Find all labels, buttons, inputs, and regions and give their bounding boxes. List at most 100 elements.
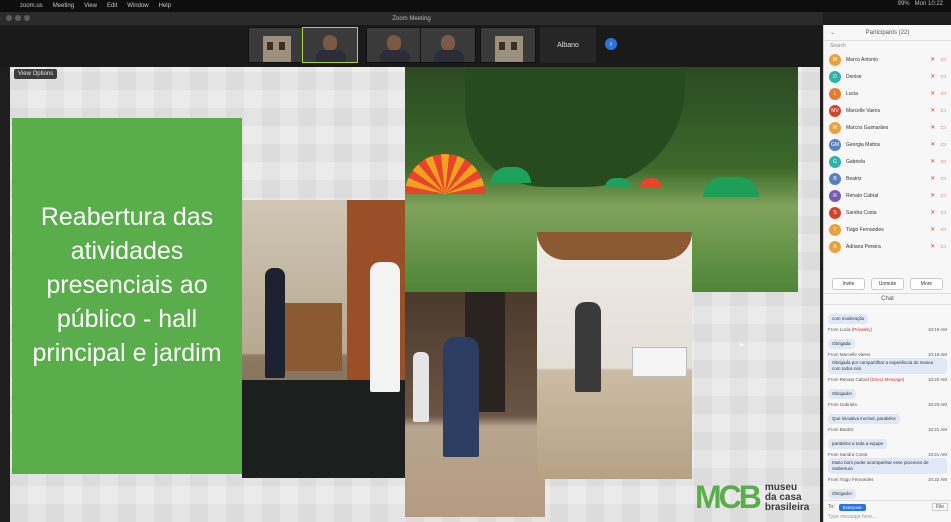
participant-row[interactable]: M Marcos Guimarães ✕ ▭ bbox=[824, 119, 951, 136]
muted-mic-icon[interactable]: ✕ bbox=[930, 90, 935, 97]
video-off-icon[interactable]: ▭ bbox=[940, 141, 946, 148]
video-tile[interactable] bbox=[480, 27, 536, 63]
video-tile[interactable] bbox=[248, 27, 304, 63]
participant-name-tile[interactable]: Albano bbox=[540, 27, 596, 63]
chat-message-meta: From Marcelle Vaens 10:19 AM bbox=[828, 352, 947, 357]
participant-head bbox=[441, 35, 455, 51]
view-options-button[interactable]: View Options bbox=[14, 69, 58, 79]
menu-help[interactable]: Help bbox=[159, 3, 171, 9]
chat-time: 10:19 AM bbox=[927, 327, 947, 332]
muted-mic-icon[interactable]: ✕ bbox=[930, 158, 935, 165]
recipient-select[interactable]: Everyone bbox=[838, 503, 866, 511]
gallery-photo bbox=[537, 232, 692, 479]
video-tile-active-speaker[interactable] bbox=[302, 27, 358, 63]
chat-message-meta: From Renato Cabral (Direct Message) 10:20… bbox=[828, 377, 947, 382]
participant-row[interactable]: G Gabriela ✕ ▭ bbox=[824, 153, 951, 170]
menu-meeting[interactable]: Meeting bbox=[53, 3, 74, 9]
logo-mark: MCB bbox=[695, 479, 762, 515]
close-window-button[interactable] bbox=[6, 15, 12, 21]
muted-mic-icon[interactable]: ✕ bbox=[930, 192, 935, 199]
chat-sender-line: From Tiago Fernandes bbox=[828, 477, 874, 482]
participant-row[interactable]: R Renato Cabral ✕ ▭ bbox=[824, 187, 951, 204]
participant-head bbox=[387, 35, 401, 51]
video-off-icon[interactable]: ▭ bbox=[940, 124, 946, 131]
file-button[interactable]: File bbox=[931, 503, 948, 511]
chat-bubble: Muito bom poder acompanhar esse processo… bbox=[828, 458, 947, 474]
video-off-icon[interactable]: ▭ bbox=[940, 73, 946, 80]
photo-umbrella bbox=[640, 178, 662, 188]
participant-name: Marcos Guimarães bbox=[846, 124, 889, 131]
unmute-button[interactable]: Unmute bbox=[871, 278, 904, 290]
menu-view[interactable]: View bbox=[84, 3, 97, 9]
chat-message: com moderação bbox=[828, 307, 947, 325]
window-titlebar: Zoom Meeting bbox=[0, 12, 823, 25]
muted-mic-icon[interactable]: ✕ bbox=[930, 56, 935, 63]
participant-row[interactable]: S Sandra Costa ✕ ▭ bbox=[824, 204, 951, 221]
chat-sender-line: From Lucia (Privately) bbox=[828, 327, 872, 332]
participants-list: M Marco Antonio ✕ ▭ D Denise ✕ ▭ L Lucia ✕ ▭ MV Marce… bbox=[824, 51, 951, 275]
zoom-window-button[interactable] bbox=[24, 15, 30, 21]
photo-umbrella bbox=[605, 178, 631, 188]
chat-sender: From Gabriela bbox=[828, 402, 857, 407]
participant-row[interactable]: GM Georgia Mattos ✕ ▭ bbox=[824, 136, 951, 153]
muted-mic-icon[interactable]: ✕ bbox=[930, 124, 935, 131]
muted-mic-icon[interactable]: ✕ bbox=[930, 226, 935, 233]
more-button[interactable]: More bbox=[910, 278, 943, 290]
chat-sender: From Tiago Fernandes bbox=[828, 477, 874, 482]
avatar: S bbox=[829, 206, 841, 219]
chat-sender: From Beatriz bbox=[828, 427, 854, 432]
clock[interactable]: Mon 10:22 bbox=[915, 1, 943, 7]
mouse-cursor-icon bbox=[740, 342, 744, 346]
menu-app[interactable]: zoom.us bbox=[20, 3, 43, 9]
chat-header: Chat bbox=[824, 293, 951, 305]
participant-row[interactable]: L Lucia ✕ ▭ bbox=[824, 85, 951, 102]
video-tile[interactable] bbox=[420, 27, 476, 63]
muted-mic-icon[interactable]: ✕ bbox=[930, 209, 935, 216]
video-off-icon[interactable]: ▭ bbox=[940, 107, 946, 114]
minimize-window-button[interactable] bbox=[15, 15, 21, 21]
chat-sender-line: From Renato Cabral (Direct Message) bbox=[828, 377, 904, 382]
menu-edit[interactable]: Edit bbox=[107, 3, 117, 9]
invite-button[interactable]: Invite bbox=[832, 278, 865, 290]
participant-row[interactable]: B Beatriz ✕ ▭ bbox=[824, 170, 951, 187]
muted-mic-icon[interactable]: ✕ bbox=[930, 107, 935, 114]
video-off-icon[interactable]: ▭ bbox=[940, 175, 946, 182]
avatar: MV bbox=[829, 104, 841, 117]
menu-window[interactable]: Window bbox=[127, 3, 148, 9]
next-page-button[interactable]: › bbox=[605, 38, 617, 50]
video-off-icon[interactable]: ▭ bbox=[940, 226, 946, 233]
participant-row[interactable]: D Denise ✕ ▭ bbox=[824, 68, 951, 85]
video-off-icon[interactable]: ▭ bbox=[940, 90, 946, 97]
chat-messages: com moderação From Lucia (Privately) 10:19… bbox=[824, 305, 951, 505]
participants-header: ⌄ Participants (22) bbox=[824, 25, 951, 41]
battery-level[interactable]: 99% bbox=[898, 1, 910, 7]
participant-row[interactable]: MV Marcelle Vaens ✕ ▭ bbox=[824, 102, 951, 119]
video-off-icon[interactable]: ▭ bbox=[940, 158, 946, 165]
participant-row[interactable]: M Marco Antonio ✕ ▭ bbox=[824, 51, 951, 68]
lobby-photo bbox=[405, 292, 545, 517]
participant-name: Beatriz bbox=[846, 175, 862, 182]
participant-row[interactable]: A Adriana Pereira ✕ ▭ bbox=[824, 238, 951, 255]
menubar-status: 99% Mon 10:22 bbox=[898, 1, 943, 7]
shared-screen: View Options Reabertura das atividades p… bbox=[10, 67, 820, 522]
video-off-icon[interactable]: ▭ bbox=[940, 56, 946, 63]
muted-mic-icon[interactable]: ✕ bbox=[930, 73, 935, 80]
participant-name: Adriana Pereira bbox=[846, 243, 881, 250]
muted-mic-icon[interactable]: ✕ bbox=[930, 141, 935, 148]
participant-row[interactable]: T Tiago Fernandes ✕ ▭ bbox=[824, 221, 951, 238]
video-off-icon[interactable]: ▭ bbox=[940, 243, 946, 250]
video-tile[interactable] bbox=[366, 27, 422, 63]
chat-message-meta: From Gabriela 10:20 AM bbox=[828, 402, 947, 407]
chevron-down-icon[interactable]: ⌄ bbox=[830, 29, 835, 36]
chat-input[interactable]: Type message here... bbox=[828, 514, 948, 520]
participants-title: Participants (22) bbox=[865, 29, 910, 36]
muted-mic-icon[interactable]: ✕ bbox=[930, 175, 935, 182]
chat-message: From Marcelle Vaens 10:19 AM Obrigada por… bbox=[828, 352, 947, 375]
participant-name: Marcelle Vaens bbox=[846, 107, 881, 114]
chat-message-meta: From Beatriz 10:21 AM bbox=[828, 427, 947, 432]
muted-mic-icon[interactable]: ✕ bbox=[930, 243, 935, 250]
video-off-icon[interactable]: ▭ bbox=[940, 209, 946, 216]
chat-bubble: Obrigada bbox=[828, 339, 855, 349]
participants-search-input[interactable]: Search bbox=[824, 41, 951, 51]
video-off-icon[interactable]: ▭ bbox=[940, 192, 946, 199]
